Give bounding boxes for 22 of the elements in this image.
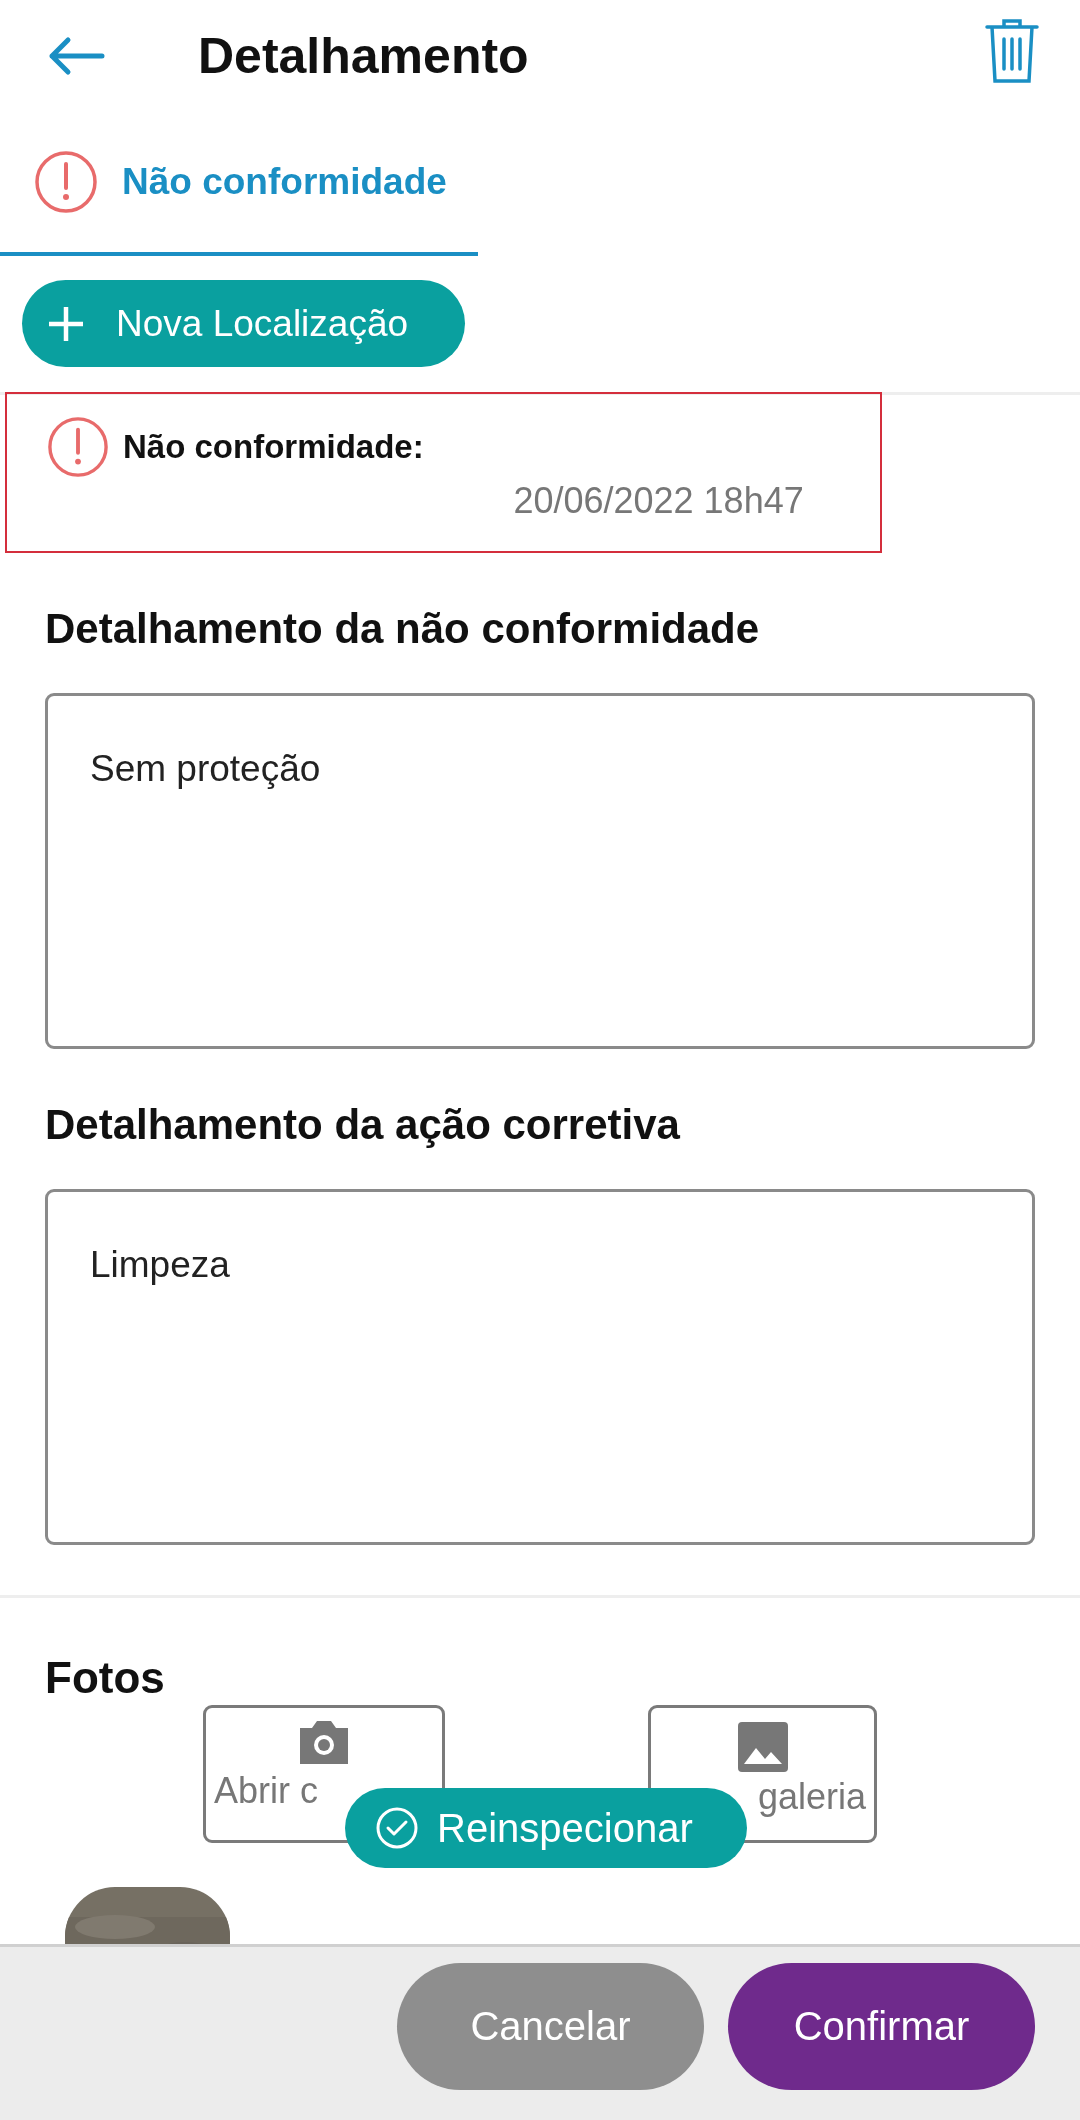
- new-location-button[interactable]: Nova Localização: [22, 280, 465, 367]
- section-heading: Detalhamento da não conformidade: [45, 605, 761, 653]
- text-area[interactable]: Sem proteção: [45, 693, 1035, 1049]
- tab-label: Não conformidade: [122, 161, 447, 203]
- section-heading: Fotos: [45, 1653, 166, 1703]
- text-area-value: Limpeza: [90, 1244, 230, 1285]
- text-area-value: Sem proteção: [90, 748, 321, 789]
- alert-icon: [34, 150, 98, 214]
- record-label: Não conformidade:: [123, 428, 424, 466]
- alert-icon: [47, 416, 109, 478]
- cancel-button[interactable]: Cancelar: [397, 1963, 704, 2090]
- reinspect-button[interactable]: Reinspecionar: [345, 1788, 747, 1868]
- section-heading: Detalhamento da ação corretiva: [45, 1101, 681, 1149]
- text-area[interactable]: Limpeza: [45, 1189, 1035, 1545]
- tab[interactable]: Não conformidade: [0, 112, 478, 256]
- record-card[interactable]: Não conformidade: 20/06/2022 18h47: [5, 392, 882, 553]
- confirm-button[interactable]: Confirmar: [728, 1963, 1035, 2090]
- image-icon: [737, 1722, 788, 1772]
- record-timestamp: 20/06/2022 18h47: [513, 480, 804, 522]
- screen-title: Detalhamento: [198, 27, 530, 85]
- trash-icon[interactable]: [984, 17, 1040, 85]
- check-circle-icon: [375, 1806, 419, 1850]
